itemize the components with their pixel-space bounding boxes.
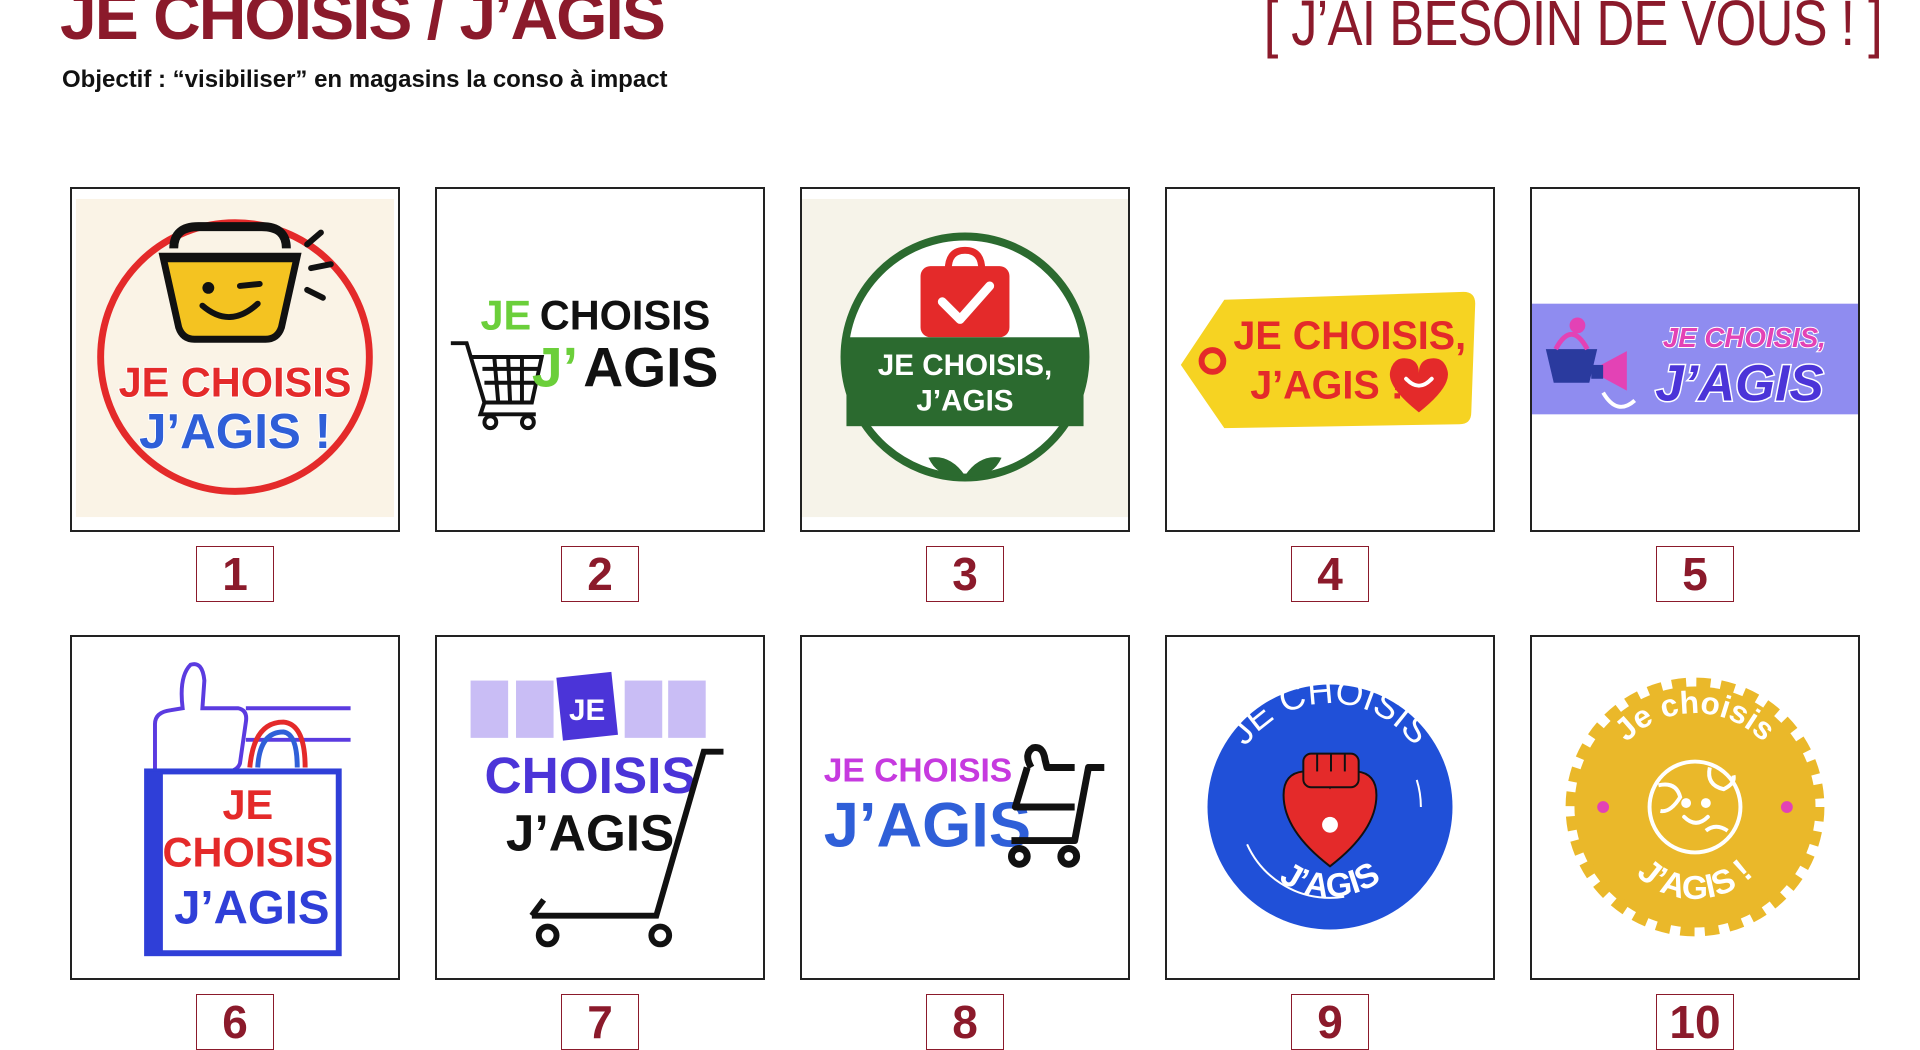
logo-card-3[interactable]: JE CHOISIS, J’AGIS	[800, 187, 1130, 532]
proposal-number-9: 9	[1291, 994, 1369, 1050]
proposal-number-2: 2	[561, 546, 639, 602]
proposal-number-7: 7	[561, 994, 639, 1050]
page-subtitle: Objectif : “visibiliser” en magasins la …	[62, 66, 668, 93]
logo-card-8[interactable]: JE CHOISIS J’AGIS	[800, 635, 1130, 980]
logo-card-1[interactable]: JE CHOISIS J’AGIS !	[70, 187, 400, 532]
logo-5-line-2: J’AGIS	[1655, 354, 1823, 411]
logo-2-j: J’	[532, 337, 578, 399]
logo-5: JE CHOISIS, J’AGIS	[1532, 303, 1858, 415]
logo-8-line-2: J’AGIS	[824, 791, 1031, 861]
proposal-number-3: 3	[926, 546, 1004, 602]
logo-card-5[interactable]: JE CHOISIS, J’AGIS	[1530, 187, 1860, 532]
shopping-cart-icon	[450, 341, 545, 431]
logo-2-je: JE	[480, 291, 531, 338]
logo-2-choisis: CHOISIS	[540, 291, 711, 338]
logo-6-line-2: CHOISIS	[163, 828, 334, 875]
proposal-number-4: 4	[1291, 546, 1369, 602]
logo-1-line-1: JE CHOISIS	[119, 359, 352, 406]
logo-4-line-2: J’AGIS !	[1250, 364, 1404, 408]
logo-8: JE CHOISIS J’AGIS	[824, 744, 1105, 868]
logo-2-agis: AGIS	[583, 337, 718, 399]
logo-7: JE CHOISIS J’AGIS	[470, 671, 724, 948]
logo-3-line-2: J’AGIS	[916, 384, 1013, 417]
proposal-number-1: 1	[196, 546, 274, 602]
call-to-action: [ J’AI BESOIN DE VOUS ! ]	[1263, 0, 1883, 59]
logo-card-2[interactable]: JE CHOISIS J’ AGIS	[435, 187, 765, 532]
logo-4-line-1: JE CHOISIS,	[1233, 314, 1466, 358]
logo-card-7[interactable]: JE CHOISIS J’AGIS	[435, 635, 765, 980]
proposal-number-8: 8	[926, 994, 1004, 1050]
logo-6-line-1: JE	[222, 781, 273, 828]
logo-2: JE CHOISIS J’ AGIS	[450, 291, 718, 431]
logo-9: JE CHOISIS J’AGIS	[1207, 671, 1453, 930]
logo-3-line-1: JE CHOISIS,	[878, 349, 1053, 382]
logo-10: Je choisis J’AGIS !	[1565, 677, 1825, 937]
logo-card-6[interactable]: JE CHOISIS J’AGIS	[70, 635, 400, 980]
logo-card-10[interactable]: Je choisis J’AGIS !	[1530, 635, 1860, 980]
logo-card-9[interactable]: JE CHOISIS J’AGIS	[1165, 635, 1495, 980]
logo-3: JE CHOISIS, J’AGIS	[802, 198, 1128, 518]
cart-thumbs-up-icon	[1007, 744, 1105, 868]
logo-7-line-1: JE	[569, 694, 605, 727]
logo-1-line-2: J’AGIS !	[139, 404, 331, 459]
proposal-number-10: 10	[1656, 994, 1734, 1050]
logo-8-line-1: JE CHOISIS	[824, 752, 1012, 789]
logo-6-line-3: J’AGIS	[174, 882, 329, 935]
logo-7-line-3: J’AGIS	[506, 804, 674, 861]
logo-1: JE CHOISIS J’AGIS !	[75, 198, 395, 518]
logo-5-line-1: JE CHOISIS,	[1663, 322, 1826, 353]
proposal-number-6: 6	[196, 994, 274, 1050]
logo-7-line-2: CHOISIS	[485, 747, 696, 804]
logo-card-4[interactable]: JE CHOISIS, J’AGIS !	[1165, 187, 1495, 532]
page-title: JE CHOISIS / J’AGIS	[60, 0, 666, 53]
logo-6: JE CHOISIS J’AGIS	[144, 662, 351, 957]
proposal-number-5: 5	[1656, 546, 1734, 602]
logo-4: JE CHOISIS, J’AGIS !	[1180, 291, 1476, 429]
